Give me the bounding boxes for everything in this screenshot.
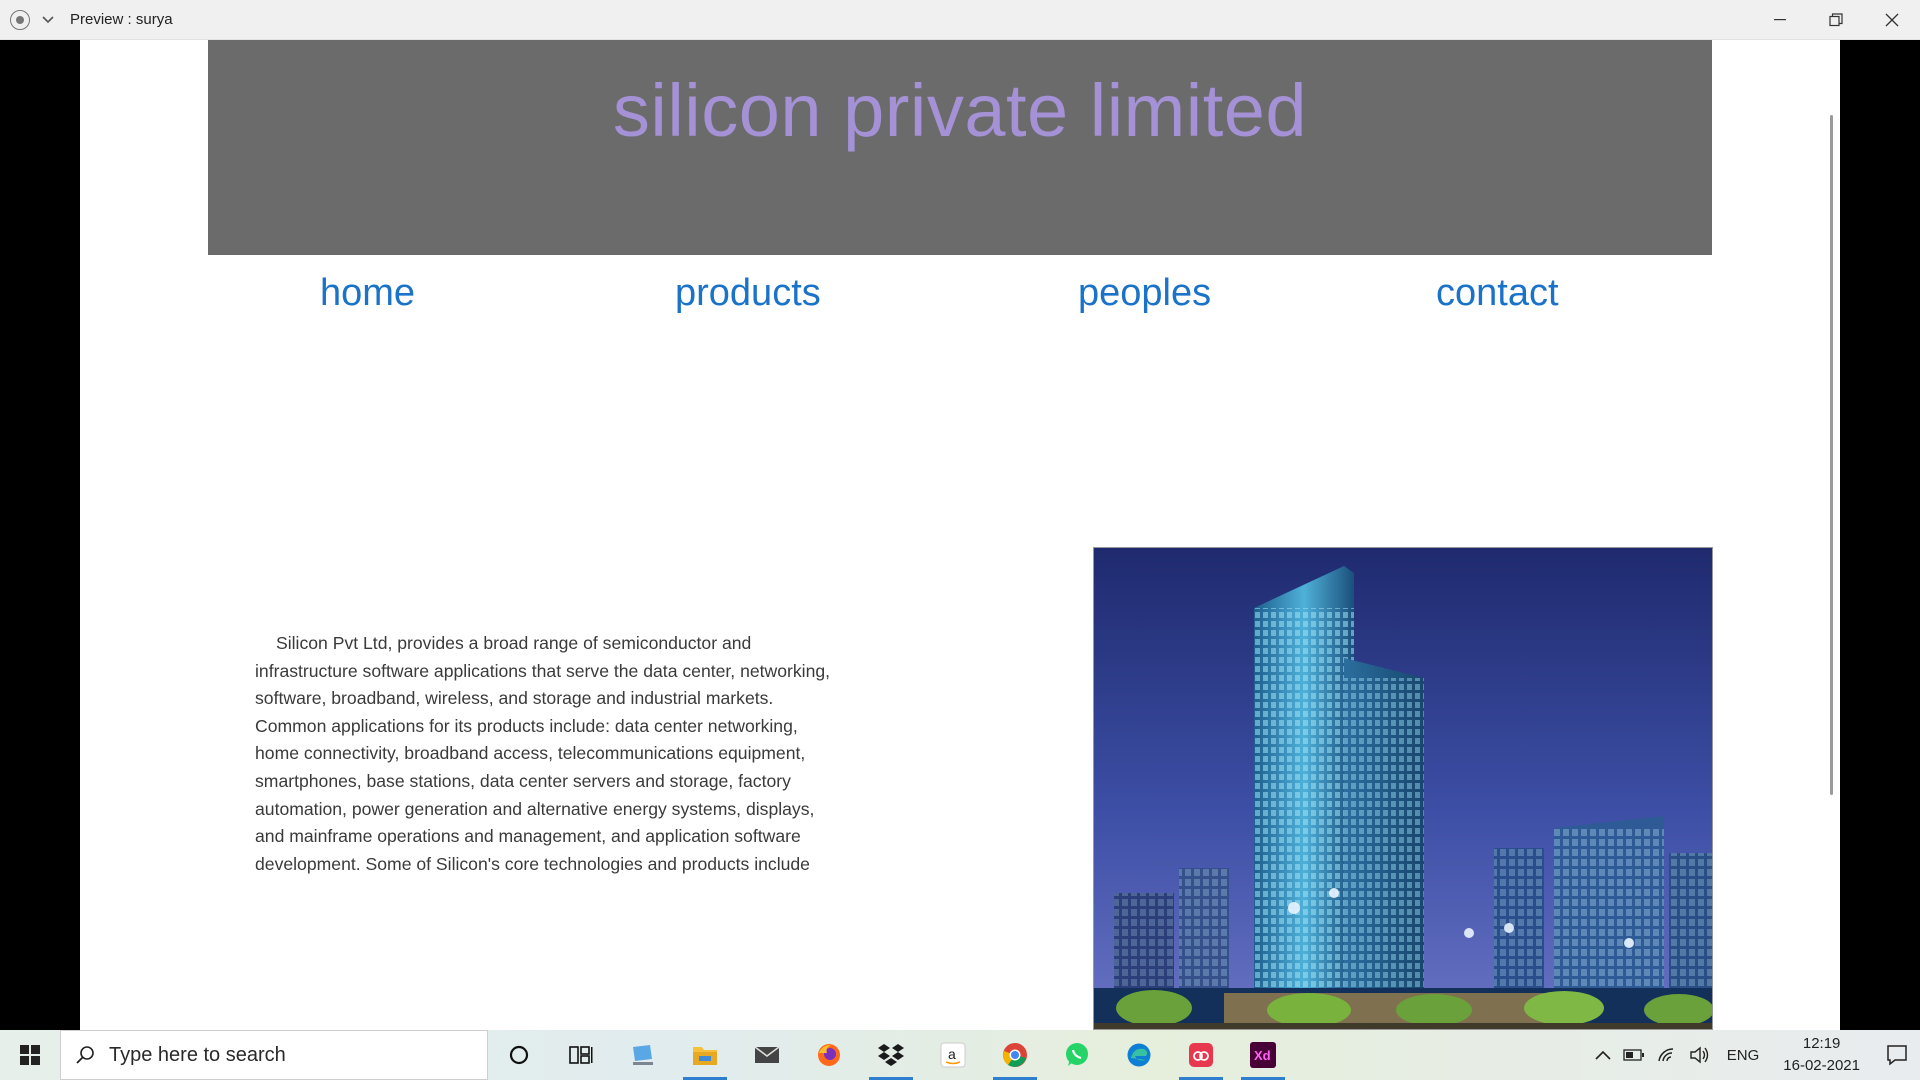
nav-peoples-link[interactable]: peoples: [1078, 272, 1211, 315]
creative-cloud-icon[interactable]: [1170, 1030, 1232, 1080]
nav-home-link[interactable]: home: [320, 272, 415, 315]
file-explorer-icon[interactable]: [674, 1030, 736, 1080]
language-indicator[interactable]: ENG: [1717, 1047, 1770, 1064]
this-pc-icon[interactable]: [612, 1030, 674, 1080]
cortana-icon[interactable]: [488, 1030, 550, 1080]
building-image: [1093, 547, 1713, 1030]
minimize-button[interactable]: [1752, 0, 1808, 40]
clock-time: 12:19: [1802, 1035, 1841, 1052]
clock-date: 16-02-2021: [1783, 1057, 1860, 1074]
taskbar: Type here to search a Xd ENG 12:19 16-02…: [0, 1030, 1920, 1080]
mail-icon[interactable]: [736, 1030, 798, 1080]
whatsapp-icon[interactable]: [1046, 1030, 1108, 1080]
search-icon: [76, 1046, 94, 1064]
windows-start-icon[interactable]: [0, 1030, 60, 1080]
about-paragraph: Silicon Pvt Ltd, provides a broad range …: [255, 633, 831, 874]
firefox-icon[interactable]: [798, 1030, 860, 1080]
preview-area: silicon private limited home products pe…: [0, 40, 1920, 1030]
notifications-icon[interactable]: [1874, 1030, 1920, 1080]
scroll-thumb[interactable]: [1830, 115, 1833, 795]
svg-text:Xd: Xd: [1254, 1048, 1271, 1063]
window-titlebar: Preview : surya: [0, 0, 1920, 40]
edge-icon[interactable]: [1108, 1030, 1170, 1080]
task-view-icon[interactable]: [550, 1030, 612, 1080]
about-section: Silicon Pvt Ltd, provides a broad range …: [255, 630, 835, 878]
web-page: silicon private limited home products pe…: [80, 40, 1840, 1030]
search-placeholder: Type here to search: [109, 1043, 286, 1066]
clock[interactable]: 12:19 16-02-2021: [1769, 1033, 1874, 1077]
system-tray: ENG 12:19 16-02-2021: [1589, 1030, 1920, 1080]
close-button[interactable]: [1864, 0, 1920, 40]
battery-icon[interactable]: [1617, 1030, 1651, 1080]
taskbar-apps: a Xd: [488, 1030, 1294, 1080]
window-title: Preview : surya: [70, 11, 173, 28]
site-title: silicon private limited: [612, 69, 1308, 152]
nav-contact-link[interactable]: contact: [1436, 272, 1559, 315]
svg-text:a: a: [948, 1046, 956, 1062]
chevron-up-icon[interactable]: [1589, 1030, 1617, 1080]
adobe-xd-icon[interactable]: Xd: [1232, 1030, 1294, 1080]
dropbox-icon[interactable]: [860, 1030, 922, 1080]
taskbar-search-box[interactable]: Type here to search: [60, 1030, 488, 1080]
chevron-down-icon[interactable]: [38, 10, 58, 30]
chrome-icon[interactable]: [984, 1030, 1046, 1080]
restore-button[interactable]: [1808, 0, 1864, 40]
wifi-icon[interactable]: [1651, 1030, 1683, 1080]
header-banner: silicon private limited: [208, 40, 1712, 255]
speaker-icon[interactable]: [1683, 1030, 1717, 1080]
page-scrollbar[interactable]: [1824, 40, 1840, 1030]
nav-products-link[interactable]: products: [675, 272, 821, 315]
record-icon[interactable]: [10, 9, 30, 30]
amazon-icon[interactable]: a: [922, 1030, 984, 1080]
